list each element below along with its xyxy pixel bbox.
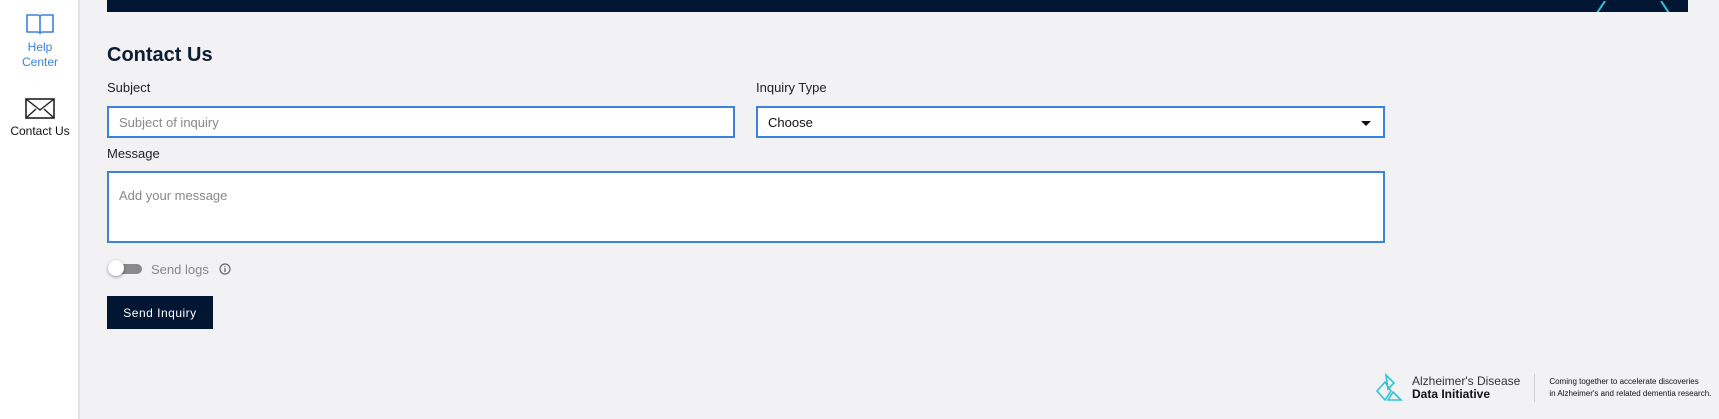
info-icon[interactable] [219, 263, 231, 275]
subject-input[interactable]: Subject of inquiry [107, 106, 735, 138]
book-icon [26, 14, 54, 35]
send-logs-toggle[interactable] [108, 260, 142, 276]
addi-logo-icon [1375, 373, 1403, 402]
help-label-2: Center [21, 55, 59, 69]
brand-line-2: Data Initiative [1412, 387, 1491, 401]
caret-down-icon [1361, 121, 1371, 126]
inquiry-type-value: Choose [768, 114, 813, 130]
sidebar-item-contact-us[interactable]: Contact Us [0, 98, 80, 139]
message-textarea[interactable]: Add your message [107, 171, 1385, 243]
sidebar: Help Center Contact Us [0, 0, 80, 419]
subject-label: Subject [107, 80, 151, 95]
contact-label: Contact Us [10, 124, 70, 138]
tagline-1: Coming together to accelerate discoverie… [1549, 377, 1699, 386]
inquiry-type-label: Inquiry Type [756, 80, 827, 95]
header-banner [107, 0, 1688, 12]
send-inquiry-button[interactable]: Send Inquiry [107, 296, 213, 329]
page-title: Contact Us [107, 44, 213, 66]
banner-pattern [1596, 0, 1670, 12]
message-label: Message [107, 146, 160, 161]
subject-placeholder: Subject of inquiry [119, 114, 219, 130]
tagline-2: in Alzheimer's and related dementia rese… [1549, 389, 1712, 398]
inquiry-type-select[interactable]: Choose [756, 106, 1385, 138]
sidebar-item-help-center[interactable]: Help Center [0, 12, 80, 70]
send-logs-label: Send logs [151, 262, 209, 277]
envelope-icon [25, 98, 55, 119]
message-placeholder: Add your message [119, 188, 228, 203]
footer-divider [1534, 374, 1536, 402]
help-label-1: Help [27, 40, 53, 54]
footer-brand: Alzheimer's Disease Data Initiative Comin… [1374, 373, 1711, 403]
